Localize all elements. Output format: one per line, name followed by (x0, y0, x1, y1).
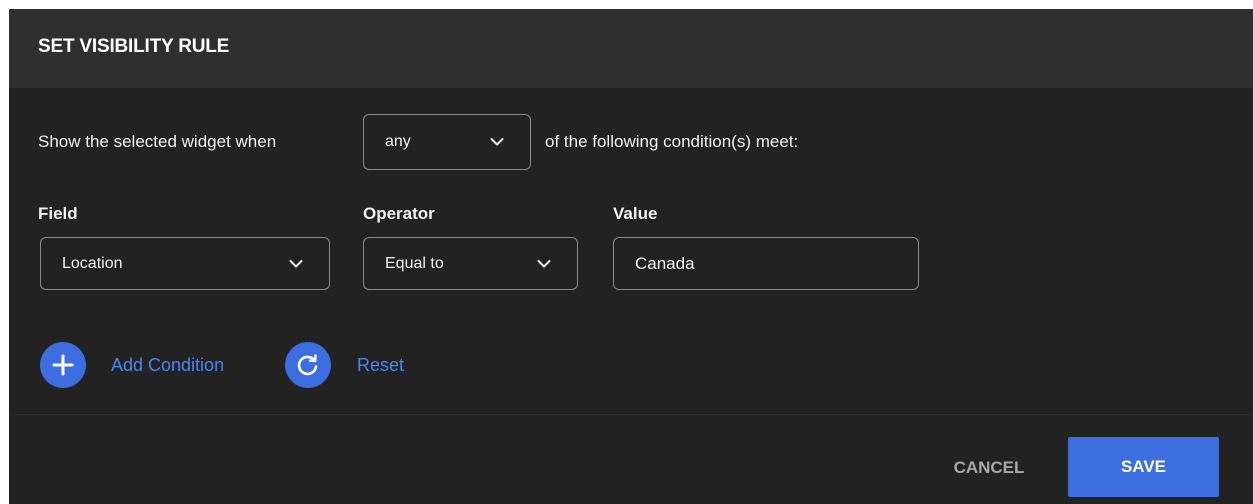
add-condition-button[interactable] (40, 342, 86, 388)
field-select-value: Location (62, 254, 123, 272)
reset-button[interactable] (285, 342, 331, 388)
match-select-value: any (385, 133, 411, 150)
chevron-down-icon (490, 138, 504, 146)
chevron-down-icon (537, 259, 551, 267)
rule-prefix-text: Show the selected widget when (38, 132, 277, 151)
reset-icon (297, 354, 318, 376)
save-button[interactable]: SAVE (1068, 437, 1219, 497)
chevron-down-icon (289, 259, 303, 267)
cancel-button[interactable]: CANCEL (929, 445, 1049, 491)
add-condition-link[interactable]: Add Condition (111, 355, 224, 376)
field-select[interactable]: Location (40, 237, 330, 290)
value-label: Value (613, 204, 658, 223)
match-select[interactable]: any (363, 114, 531, 170)
plus-icon (52, 354, 74, 376)
dialog-header: SET VISIBILITY RULE (9, 9, 1253, 88)
value-input-text: Canada (635, 253, 695, 273)
dialog-title: SET VISIBILITY RULE (38, 36, 230, 57)
value-input[interactable]: Canada (613, 237, 919, 290)
reset-link[interactable]: Reset (357, 355, 404, 376)
operator-select-value: Equal to (385, 254, 444, 272)
visibility-rule-dialog: SET VISIBILITY RULE Show the selected wi… (9, 9, 1253, 504)
rule-suffix-text: of the following condition(s) meet: (545, 132, 799, 151)
footer-divider (9, 414, 1253, 415)
operator-label: Operator (363, 204, 435, 223)
operator-select[interactable]: Equal to (363, 237, 578, 290)
field-label: Field (38, 204, 78, 223)
